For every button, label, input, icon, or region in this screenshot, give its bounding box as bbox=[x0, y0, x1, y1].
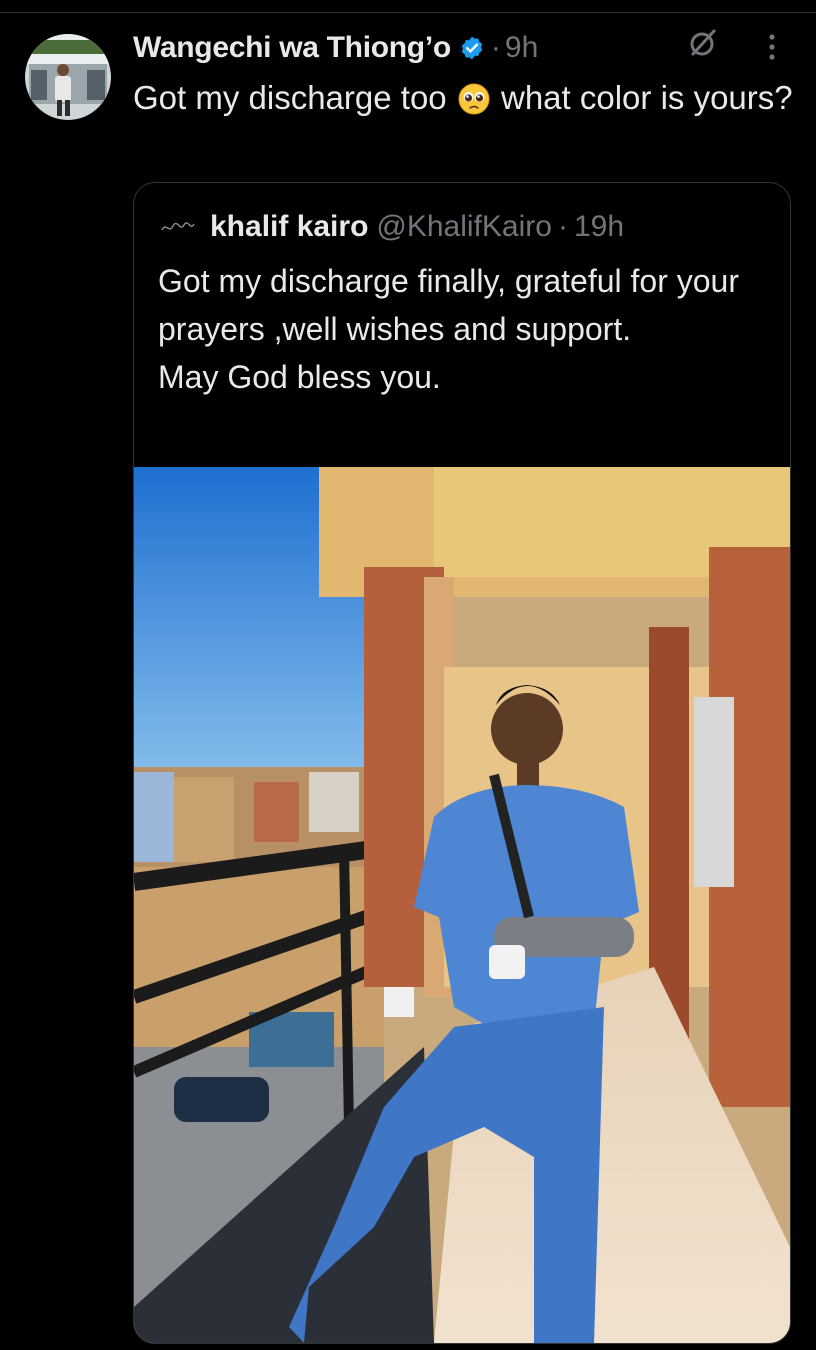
tweet-time[interactable]: 9h bbox=[505, 31, 538, 65]
quoted-tweet-text: Got my discharge finally, grateful for y… bbox=[158, 263, 739, 395]
pleading-face-emoji-icon bbox=[458, 80, 490, 128]
tweet-text: Got my discharge too what color is yours… bbox=[133, 74, 793, 128]
tweet-text-part-2: what color is yours? bbox=[491, 79, 793, 116]
quoted-tweet-time[interactable]: 19h bbox=[574, 210, 624, 244]
more-options-icon[interactable] bbox=[767, 32, 777, 67]
author-name[interactable]: Wangechi wa Thiong’o bbox=[133, 31, 451, 65]
header-separator: · bbox=[490, 31, 501, 64]
tweet-text-part-1: Got my discharge too bbox=[133, 79, 456, 116]
grok-icon[interactable] bbox=[688, 28, 718, 63]
quoted-author-handle[interactable]: @KhalifKairo bbox=[376, 210, 552, 244]
top-divider bbox=[0, 12, 816, 13]
tweet-header: Wangechi wa Thiong’o · 9h bbox=[133, 26, 793, 70]
quoted-author-avatar[interactable] bbox=[160, 216, 196, 238]
author-avatar[interactable] bbox=[25, 34, 111, 120]
quoted-tweet-header: khalif kairo @KhalifKairo · 19h bbox=[160, 205, 624, 249]
quoted-tweet-card[interactable]: khalif kairo @KhalifKairo · 19h Got my d… bbox=[133, 182, 791, 1344]
verified-badge-icon bbox=[459, 35, 485, 61]
quoted-author-name[interactable]: khalif kairo bbox=[210, 210, 368, 244]
quoted-tweet-photo[interactable] bbox=[134, 467, 790, 1343]
quoted-header-separator: · bbox=[557, 210, 568, 243]
